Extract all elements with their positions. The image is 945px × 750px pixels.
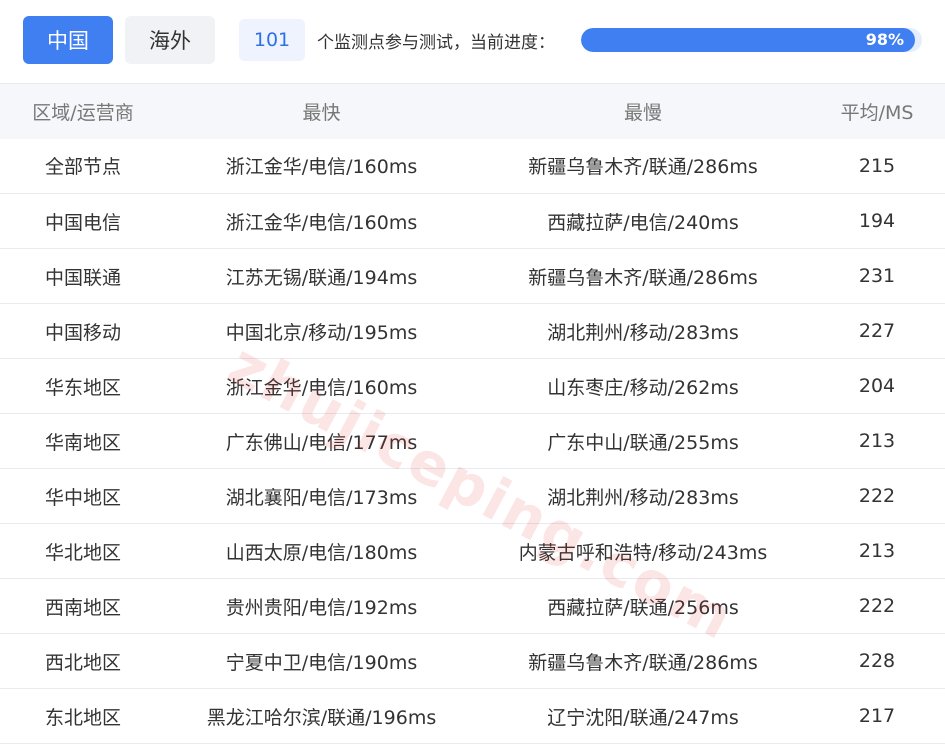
cell-slowest: 新疆乌鲁木齐/联通/286ms <box>528 156 758 179</box>
table-row: 中国联通 江苏无锡/联通/194ms 新疆乌鲁木齐/联通/286ms 231 <box>0 249 945 304</box>
cell-fastest: 宁夏中卫/电信/190ms <box>225 651 418 674</box>
cell-slowest: 内蒙古呼和浩特/移动/243ms <box>518 541 768 564</box>
cell-avg: 213 <box>858 430 896 452</box>
header-region: 区域/运营商 <box>32 101 134 124</box>
cell-region: 全部节点 <box>44 156 121 179</box>
cell-slowest: 西藏拉萨/联通/256ms <box>547 596 739 619</box>
cell-fastest: 浙江金华/电信/160ms <box>225 156 418 179</box>
cell-region: 华东地区 <box>44 376 121 399</box>
table-row: 全部节点 浙江金华/电信/160ms 新疆乌鲁木齐/联通/286ms 215 <box>0 139 945 194</box>
cell-avg: 228 <box>858 650 896 672</box>
cell-slowest: 辽宁沈阳/联通/247ms <box>547 706 739 729</box>
cell-slowest: 山东枣庄/移动/262ms <box>547 376 739 399</box>
cell-avg: 204 <box>858 375 896 397</box>
cell-region: 华北地区 <box>44 541 121 564</box>
cell-slowest: 湖北荆州/移动/283ms <box>547 321 739 344</box>
cell-fastest: 湖北襄阳/电信/173ms <box>225 486 418 509</box>
table-row: 华南地区 广东佛山/电信/177ms 广东中山/联通/255ms 213 <box>0 414 945 469</box>
table-row: 华中地区 湖北襄阳/电信/173ms 湖北荆州/移动/283ms 222 <box>0 469 945 524</box>
table-row: 东北地区 黑龙江哈尔滨/联通/196ms 辽宁沈阳/联通/247ms 217 <box>0 689 945 744</box>
cell-slowest: 新疆乌鲁木齐/联通/286ms <box>528 266 758 289</box>
cell-avg: 227 <box>858 320 896 342</box>
cell-avg: 213 <box>858 540 896 562</box>
progress-bar: 98% <box>581 28 922 52</box>
cell-avg: 222 <box>858 595 896 617</box>
top-bar: 中国 海外 101 个监测点参与测试，当前进度： 98% <box>0 0 945 82</box>
cell-slowest: 湖北荆州/移动/283ms <box>547 486 739 509</box>
cell-fastest: 江苏无锡/联通/194ms <box>225 266 418 289</box>
header-avg: 平均/MS <box>840 101 914 124</box>
table-header-row: 区域/运营商 最快 最慢 平均/MS <box>0 83 945 139</box>
table-row: 西南地区 贵州贵阳/电信/192ms 西藏拉萨/联通/256ms 222 <box>0 579 945 634</box>
header-fastest: 最快 <box>302 101 341 124</box>
cell-region: 西南地区 <box>44 596 121 619</box>
tab-china[interactable]: 中国 <box>23 16 113 64</box>
cell-fastest: 浙江金华/电信/160ms <box>225 376 418 399</box>
table-row: 西北地区 宁夏中卫/电信/190ms 新疆乌鲁木齐/联通/286ms 228 <box>0 634 945 689</box>
cell-slowest: 西藏拉萨/电信/240ms <box>547 211 739 234</box>
cell-region: 西北地区 <box>44 651 121 674</box>
tab-overseas[interactable]: 海外 <box>125 16 215 64</box>
cell-avg: 217 <box>858 705 896 727</box>
table-row: 中国电信 浙江金华/电信/160ms 西藏拉萨/电信/240ms 194 <box>0 194 945 249</box>
cell-fastest: 黑龙江哈尔滨/联通/196ms <box>206 706 437 729</box>
cell-avg: 222 <box>858 485 896 507</box>
table-row: 华东地区 浙江金华/电信/160ms 山东枣庄/移动/262ms 204 <box>0 359 945 414</box>
cell-fastest: 贵州贵阳/电信/192ms <box>225 596 418 619</box>
node-count-badge: 101 <box>239 19 305 61</box>
cell-region: 中国移动 <box>44 321 121 344</box>
cell-region: 东北地区 <box>44 706 121 729</box>
table-row: 中国移动 中国北京/移动/195ms 湖北荆州/移动/283ms 227 <box>0 304 945 359</box>
progress-label: 个监测点参与测试，当前进度： <box>317 33 555 53</box>
cell-region: 华中地区 <box>44 486 121 509</box>
cell-avg: 194 <box>858 210 896 232</box>
cell-slowest: 广东中山/联通/255ms <box>547 431 739 454</box>
cell-avg: 215 <box>858 154 896 177</box>
cell-fastest: 山西太原/电信/180ms <box>225 541 418 564</box>
progress-percent: 98% <box>865 30 904 49</box>
cell-fastest: 中国北京/移动/195ms <box>225 321 418 344</box>
cell-avg: 231 <box>858 265 896 287</box>
cell-slowest: 新疆乌鲁木齐/联通/286ms <box>528 651 758 674</box>
cell-fastest: 广东佛山/电信/177ms <box>225 431 418 454</box>
cell-region: 华南地区 <box>44 431 121 454</box>
table-row: 华北地区 山西太原/电信/180ms 内蒙古呼和浩特/移动/243ms 213 <box>0 524 945 579</box>
results-table: 区域/运营商 最快 最慢 平均/MS 全部节点 浙江金华/电信/160ms 新疆乌鲁… <box>0 83 945 744</box>
cell-region: 中国电信 <box>44 211 121 234</box>
cell-fastest: 浙江金华/电信/160ms <box>225 211 418 234</box>
cell-region: 中国联通 <box>44 266 121 289</box>
header-slowest: 最慢 <box>623 101 662 124</box>
